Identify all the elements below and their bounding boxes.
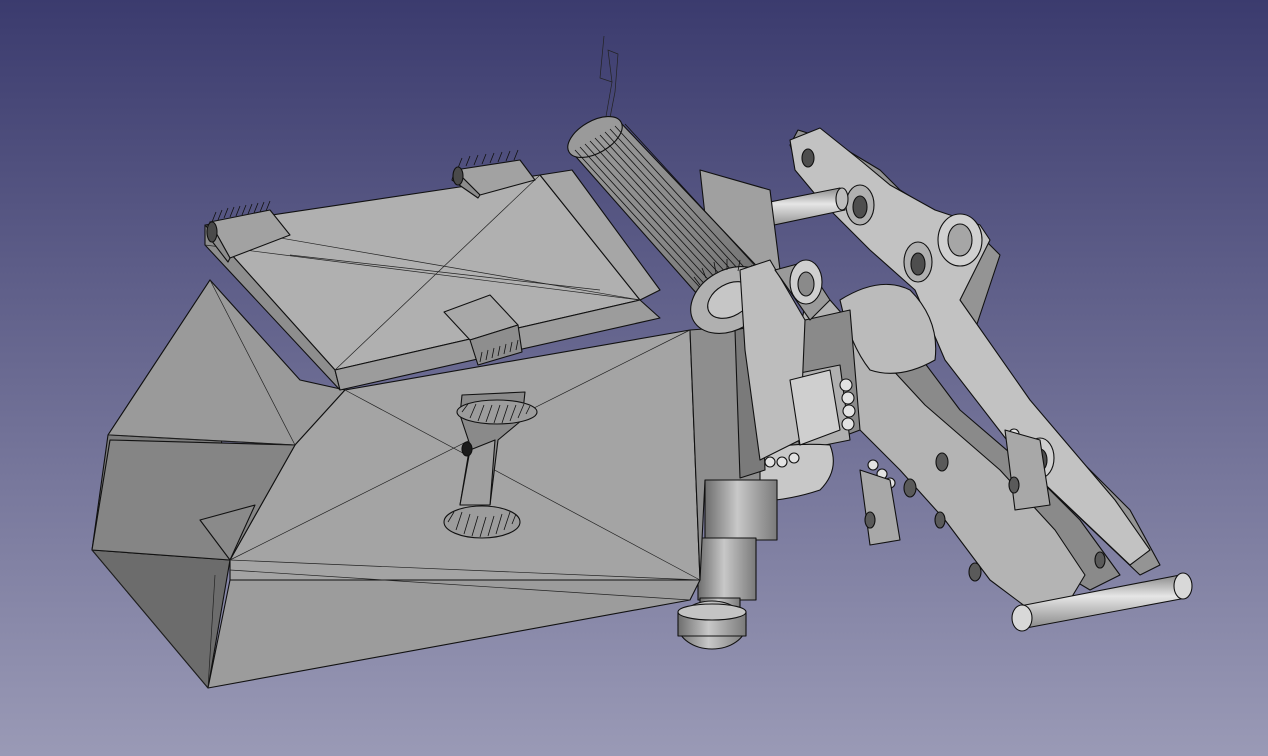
cad-scene[interactable] [0,0,1268,756]
3d-viewport[interactable] [0,0,1268,756]
